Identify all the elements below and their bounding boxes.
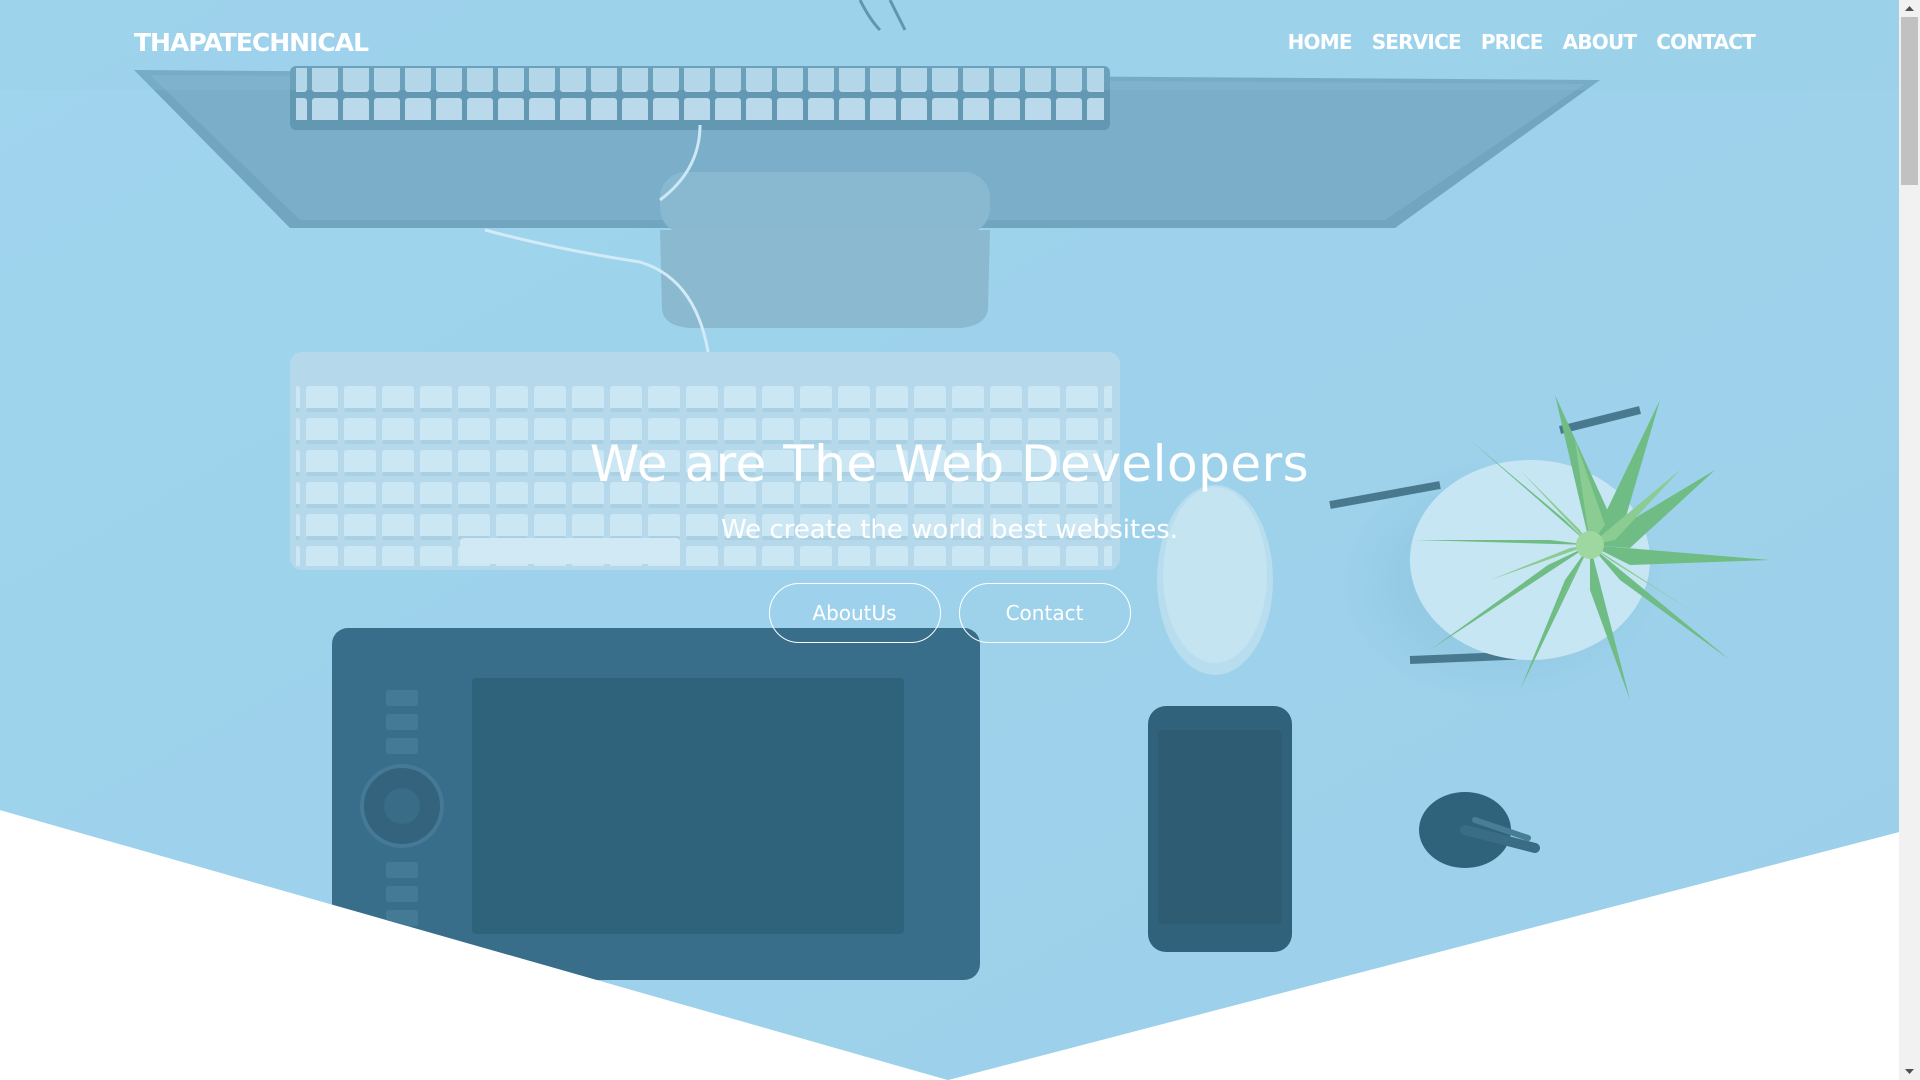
nav-link-about[interactable]: ABOUT bbox=[1563, 30, 1637, 54]
hero-content: We are The Web Developers We create the … bbox=[0, 435, 1899, 643]
nav-link-service[interactable]: SERVICE bbox=[1372, 30, 1462, 54]
nav-link-home[interactable]: HOME bbox=[1288, 30, 1353, 54]
smartphone-shape bbox=[1148, 706, 1292, 952]
contact-button[interactable]: Contact bbox=[958, 583, 1131, 643]
nav-item-contact: CONTACT bbox=[1656, 30, 1756, 54]
brand-logo[interactable]: THAPATECHNICAL bbox=[134, 28, 369, 57]
nav-item-about: ABOUT bbox=[1563, 30, 1637, 54]
top-navbar: THAPATECHNICAL HOME SERVICE PRICE ABOUT … bbox=[0, 0, 1899, 90]
page: THAPATECHNICAL HOME SERVICE PRICE ABOUT … bbox=[0, 0, 1920, 1080]
hero-button-group: AboutUs Contact bbox=[0, 583, 1899, 643]
nav-item-home: HOME bbox=[1288, 30, 1353, 54]
scrollbar-thumb[interactable] bbox=[1901, 17, 1918, 185]
scroll-up-arrow-icon[interactable] bbox=[1899, 0, 1920, 17]
nav-link-price[interactable]: PRICE bbox=[1481, 30, 1544, 54]
vertical-scrollbar[interactable] bbox=[1899, 0, 1920, 1080]
nav-menu: HOME SERVICE PRICE ABOUT CONTACT bbox=[1288, 30, 1756, 54]
scroll-down-arrow-icon[interactable] bbox=[1899, 1063, 1920, 1080]
hero-title: We are The Web Developers bbox=[589, 435, 1310, 493]
about-us-button[interactable]: AboutUs bbox=[768, 583, 941, 643]
nav-item-service: SERVICE bbox=[1372, 30, 1462, 54]
drawing-tablet-shape bbox=[332, 628, 980, 980]
nav-item-price: PRICE bbox=[1481, 30, 1544, 54]
hero-subtitle: We create the world best websites. bbox=[720, 515, 1179, 545]
nav-link-contact[interactable]: CONTACT bbox=[1656, 30, 1756, 54]
